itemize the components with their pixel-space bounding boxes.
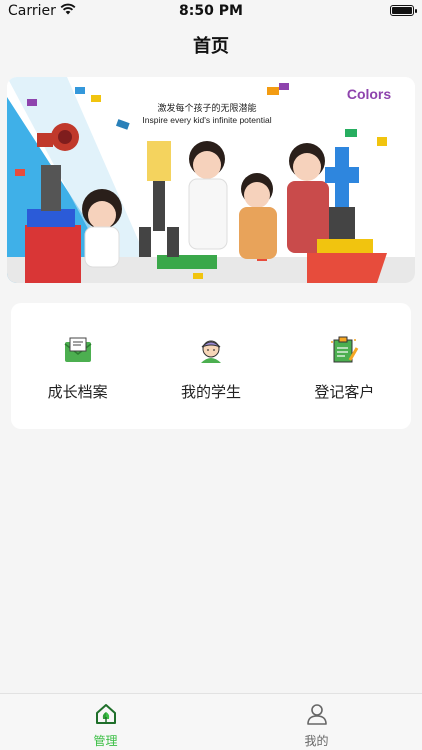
promo-banner[interactable]: 激发每个孩子的无限潜能 Inspire every kid's infinite… <box>7 77 415 283</box>
envelope-icon <box>61 333 95 367</box>
tab-management[interactable]: 管理 <box>0 694 211 750</box>
clipboard-icon <box>327 333 361 367</box>
menu-label-my-students: 我的学生 <box>180 383 241 401</box>
page-title: 首页 <box>193 36 229 57</box>
banner-illustration: 激发每个孩子的无限潜能 Inspire every kid's infinite… <box>7 77 415 283</box>
menu-card: 成长档案 我的学生 登记客户 <box>11 303 411 429</box>
person-icon <box>305 702 329 730</box>
banner-brand: Colors <box>347 86 392 102</box>
status-bar: Carrier 8:50 PM <box>0 0 422 22</box>
status-time: 8:50 PM <box>179 3 243 19</box>
tab-label-mine: 我的 <box>304 734 329 748</box>
menu-item-my-students[interactable]: 我的学生 <box>144 303 277 429</box>
student-avatar-icon <box>194 333 228 367</box>
tab-mine[interactable]: 我的 <box>211 694 422 750</box>
tab-bar: 管理 我的 <box>0 693 422 750</box>
menu-label-register-customer: 登记客户 <box>314 383 375 401</box>
menu-item-growth-records[interactable]: 成长档案 <box>11 303 144 429</box>
banner-slogan-en: Inspire every kid's infinite potential <box>142 115 271 125</box>
tab-label-management: 管理 <box>93 734 118 748</box>
banner-slogan-cn: 激发每个孩子的无限潜能 <box>157 102 256 113</box>
home-icon <box>94 702 118 730</box>
menu-label-growth-records: 成长档案 <box>47 383 108 401</box>
menu-item-register-customer[interactable]: 登记客户 <box>278 303 411 429</box>
battery-icon <box>390 5 417 16</box>
